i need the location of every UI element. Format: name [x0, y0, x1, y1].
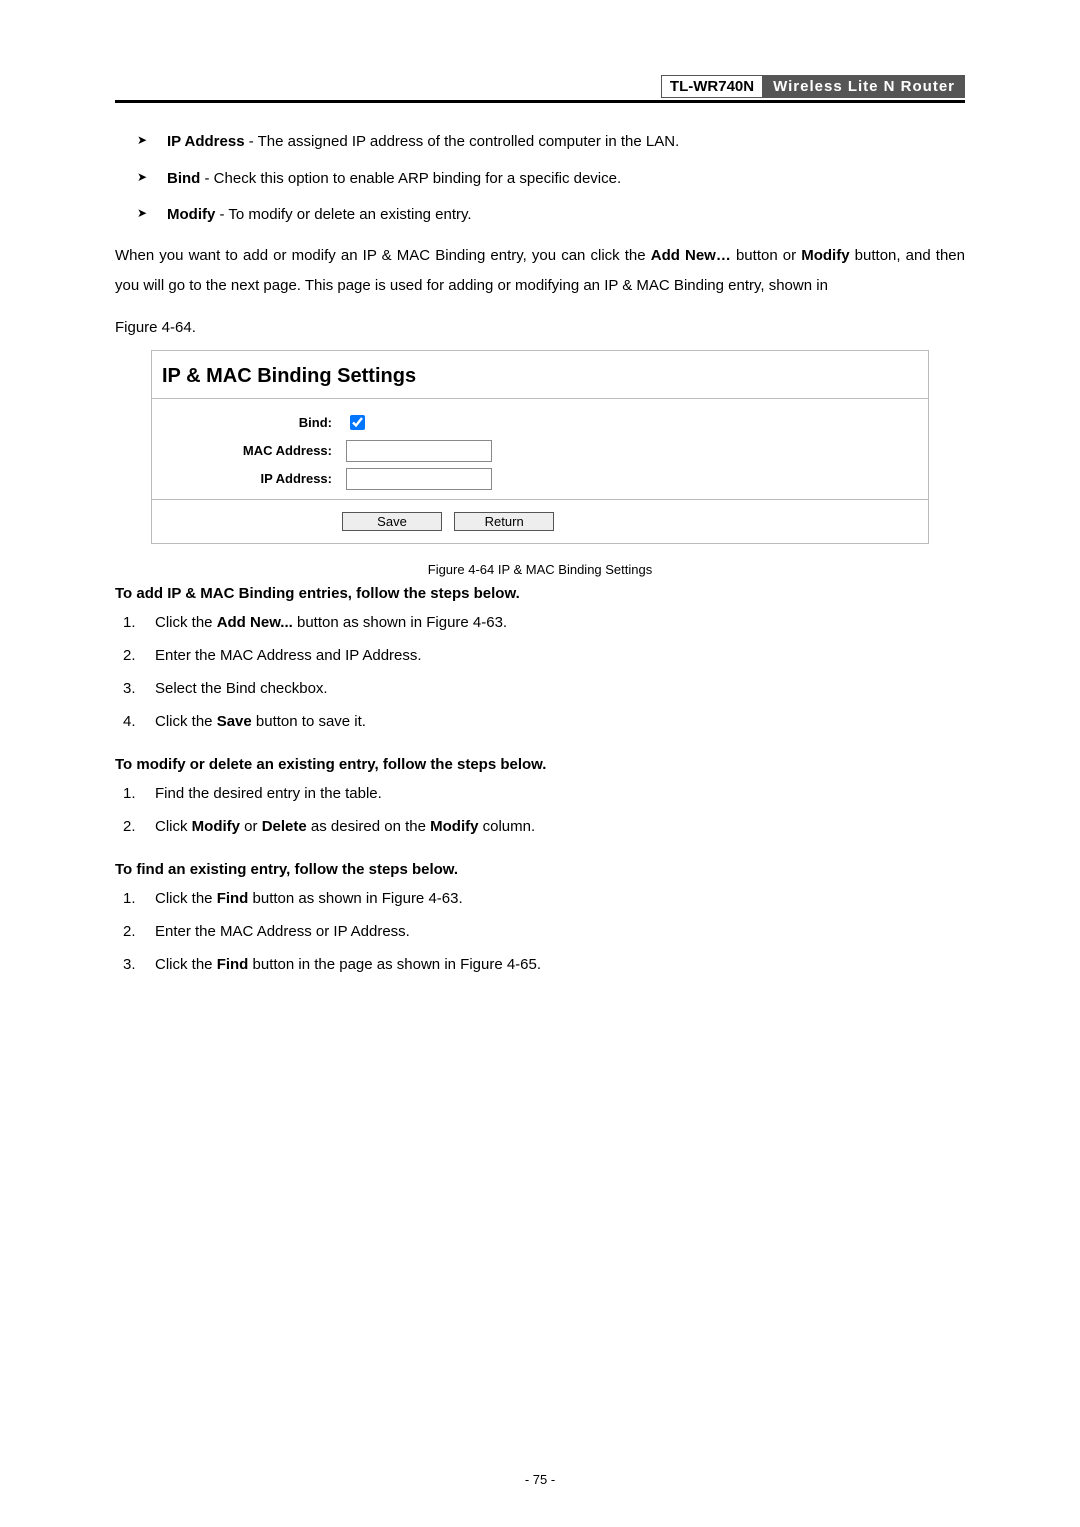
- list-item: Bind - Check this option to enable ARP b…: [137, 168, 965, 191]
- page-number: - 75 -: [0, 1472, 1080, 1487]
- return-button[interactable]: Return: [454, 512, 554, 531]
- ip-address-label: IP Address:: [162, 471, 346, 486]
- field-description-list: IP Address - The assigned IP address of …: [115, 131, 965, 227]
- intro-paragraph: When you want to add or modify an IP & M…: [115, 241, 965, 301]
- step-item: Click Modify or Delete as desired on the…: [115, 818, 965, 835]
- bind-label: Bind:: [162, 415, 346, 430]
- modify-steps: Find the desired entry in the table. Cli…: [115, 785, 965, 835]
- bind-checkbox[interactable]: [350, 415, 365, 430]
- header-tagline: Wireless Lite N Router: [763, 75, 965, 98]
- section-heading-find: To find an existing entry, follow the st…: [115, 861, 965, 878]
- settings-form: Bind: MAC Address: IP Address:: [152, 399, 928, 500]
- section-heading-modify: To modify or delete an existing entry, f…: [115, 756, 965, 773]
- header-model: TL-WR740N: [661, 75, 763, 98]
- step-item: Click the Save button to save it.: [115, 713, 965, 730]
- mac-address-label: MAC Address:: [162, 443, 346, 458]
- page-header: TL-WR740N Wireless Lite N Router: [115, 75, 965, 103]
- step-item: Click the Find button as shown in Figure…: [115, 890, 965, 907]
- list-item: Modify - To modify or delete an existing…: [137, 204, 965, 227]
- add-steps: Click the Add New... button as shown in …: [115, 614, 965, 730]
- section-heading-add: To add IP & MAC Binding entries, follow …: [115, 585, 965, 602]
- step-item: Enter the MAC Address or IP Address.: [115, 923, 965, 940]
- step-item: Enter the MAC Address and IP Address.: [115, 647, 965, 664]
- mac-address-input[interactable]: [346, 440, 492, 462]
- list-item: IP Address - The assigned IP address of …: [137, 131, 965, 154]
- ip-address-input[interactable]: [346, 468, 492, 490]
- settings-panel-title: IP & MAC Binding Settings: [152, 351, 928, 399]
- step-item: Click the Add New... button as shown in …: [115, 614, 965, 631]
- save-button[interactable]: Save: [342, 512, 442, 531]
- figure-reference: Figure 4-64.: [115, 319, 965, 336]
- figure-caption: Figure 4-64 IP & MAC Binding Settings: [115, 562, 965, 577]
- find-steps: Click the Find button as shown in Figure…: [115, 890, 965, 973]
- step-item: Select the Bind checkbox.: [115, 680, 965, 697]
- settings-panel: IP & MAC Binding Settings Bind: MAC Addr…: [151, 350, 929, 544]
- step-item: Click the Find button in the page as sho…: [115, 956, 965, 973]
- step-item: Find the desired entry in the table.: [115, 785, 965, 802]
